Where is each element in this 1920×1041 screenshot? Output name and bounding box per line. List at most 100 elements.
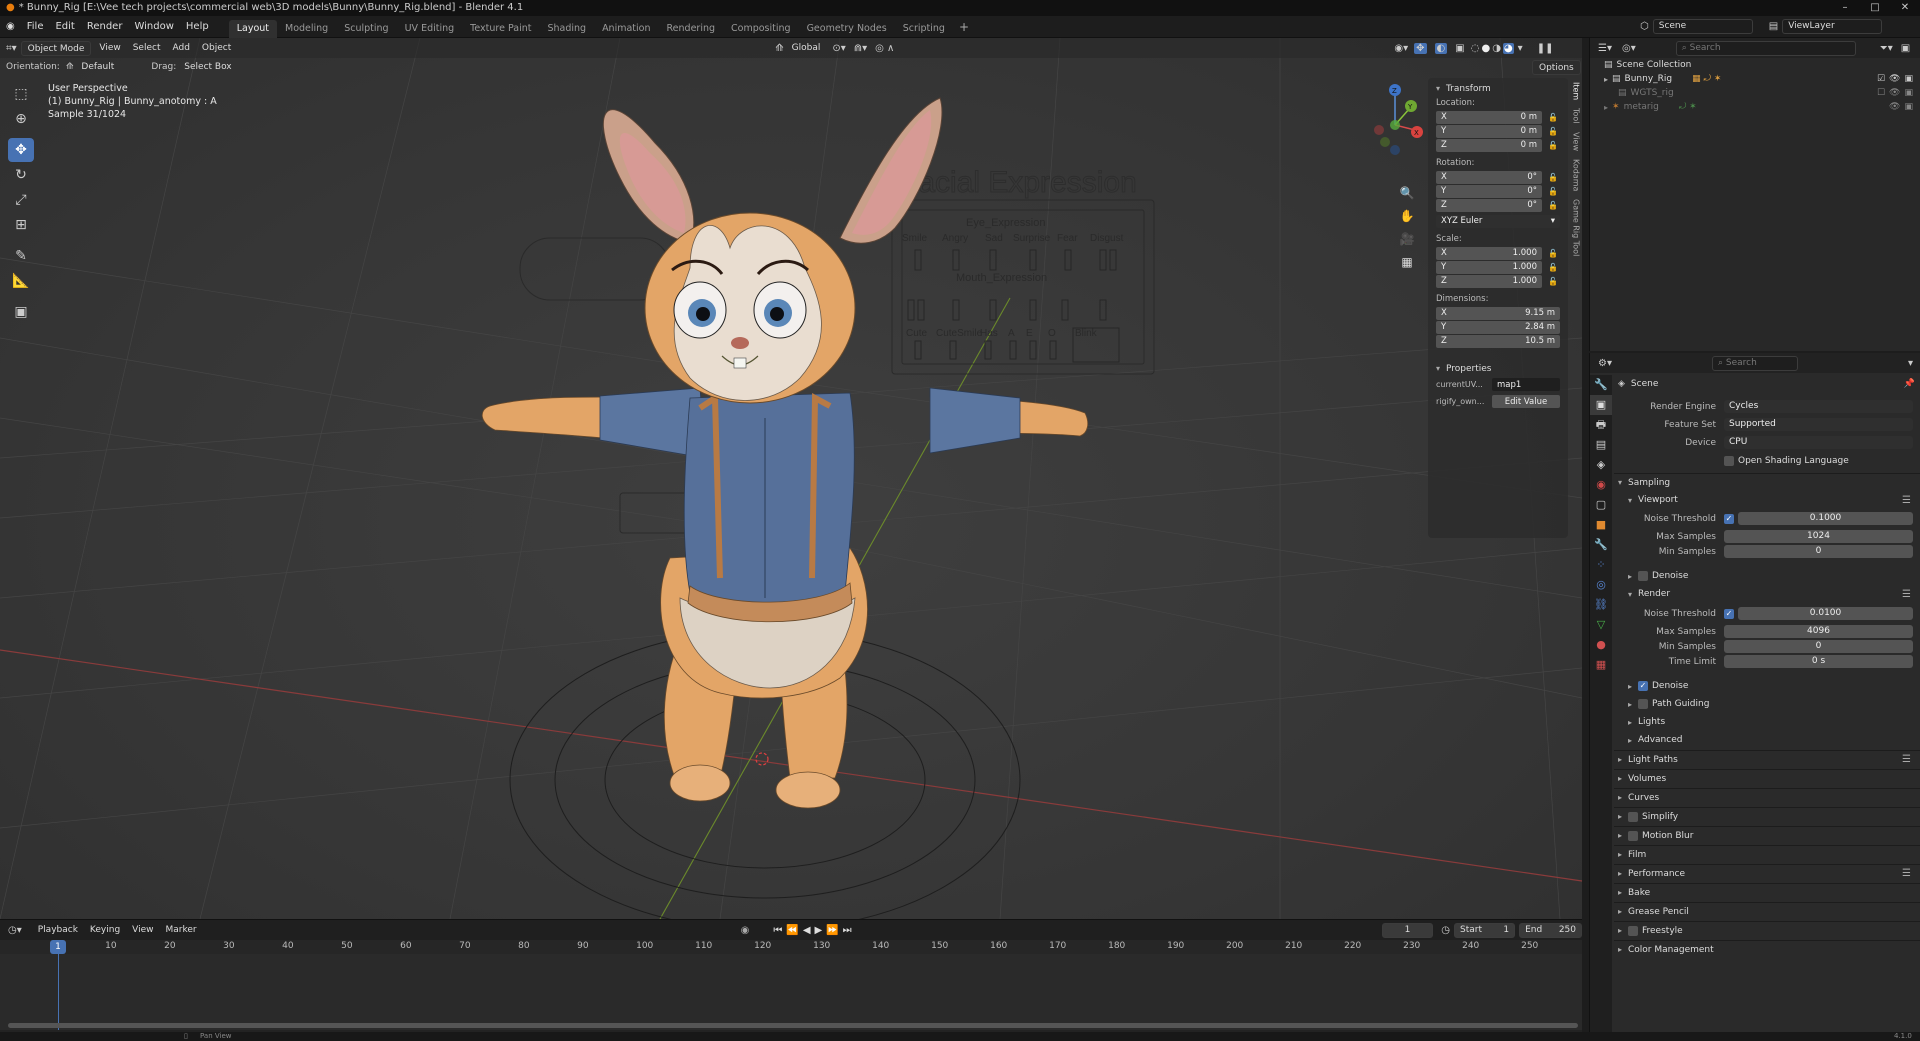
timeline-menu-view[interactable]: View	[128, 925, 157, 935]
render-camera-icon[interactable]: ▣	[1904, 102, 1913, 112]
viewport-menu-select[interactable]: Select	[129, 43, 165, 53]
cursor-tool-icon[interactable]: ⊕	[8, 107, 34, 131]
render-engine-dropdown[interactable]: Cycles	[1724, 400, 1913, 413]
outliner-row-bunny-rig[interactable]: ▸ ▤ Bunny_Rig ▦ ⤾ ✶ ☑ 👁 ▣	[1590, 72, 1920, 86]
rotation-z-field[interactable]: Z 0°	[1436, 198, 1542, 212]
drag-selector[interactable]: Select Box	[180, 62, 235, 72]
render-tab-icon[interactable]: ▣	[1590, 395, 1612, 415]
vp-max-samples-field[interactable]: 1024	[1724, 530, 1913, 543]
tab-layout[interactable]: Layout	[228, 19, 277, 38]
lights-subsection[interactable]: ▸ Lights	[1614, 713, 1920, 731]
close-window-button[interactable]: ✕	[1890, 0, 1920, 16]
bake-section[interactable]: ▸ Bake	[1614, 883, 1920, 901]
new-collection-icon[interactable]: ▣	[1901, 43, 1910, 54]
data-tab-icon[interactable]: ▽	[1590, 615, 1612, 635]
navigation-gizmo[interactable]: Z X Y	[1355, 80, 1435, 160]
vp-min-samples-field[interactable]: 0	[1724, 545, 1913, 558]
tab-texture-paint[interactable]: Texture Paint	[462, 20, 539, 38]
shading-solid-icon[interactable]: ●	[1481, 43, 1490, 54]
collection-tab-icon[interactable]: ▢	[1590, 495, 1612, 515]
jump-start-icon[interactable]: ⏮	[773, 925, 782, 936]
tab-uv-editing[interactable]: UV Editing	[397, 20, 463, 38]
scene-icon[interactable]: ⬡	[1640, 21, 1649, 32]
select-box-tool-icon[interactable]: ⬚	[8, 82, 34, 106]
lock-icon[interactable]: 🔓	[1548, 277, 1560, 286]
path-guiding-subsection[interactable]: ▸ Path Guiding	[1614, 695, 1920, 713]
display-mode-icon[interactable]: ◎▾	[1622, 43, 1636, 54]
physics-tab-icon[interactable]: ◎	[1590, 575, 1612, 595]
grid-view-icon[interactable]: ▦	[1398, 253, 1416, 271]
lock-icon[interactable]: 🔓	[1548, 187, 1560, 196]
r-denoise-checkbox[interactable]: ✓	[1638, 681, 1648, 691]
scale-x-field[interactable]: X 1.000	[1436, 246, 1542, 260]
camera-view-icon[interactable]: 🎥	[1398, 230, 1416, 248]
viewport-menu-view[interactable]: View	[95, 43, 124, 53]
curves-section[interactable]: ▸ Curves	[1614, 788, 1920, 806]
xray-toggle-icon[interactable]: ▣	[1455, 43, 1464, 54]
shading-wireframe-icon[interactable]: ◌	[1471, 43, 1480, 54]
r-min-samples-field[interactable]: 0	[1724, 640, 1913, 653]
minimize-button[interactable]: –	[1830, 0, 1860, 16]
list-icon[interactable]: ☰	[1902, 495, 1911, 506]
r-time-limit-field[interactable]: 0 s	[1724, 655, 1913, 668]
motion-blur-checkbox[interactable]	[1628, 830, 1638, 841]
transform-orientation-selector[interactable]: Global	[788, 43, 825, 53]
particles-tab-icon[interactable]: ⁘	[1590, 555, 1612, 575]
film-section[interactable]: ▸ Film	[1614, 845, 1920, 863]
visibility-eye-icon[interactable]: 👁	[1889, 102, 1900, 112]
performance-section[interactable]: ▸ Performance ☰	[1614, 864, 1920, 882]
outliner-row-scene-collection[interactable]: ▤ Scene Collection	[1590, 58, 1920, 72]
playhead-frame-badge[interactable]: 1	[50, 940, 66, 954]
tab-animation[interactable]: Animation	[594, 20, 658, 38]
color-management-section[interactable]: ▸ Color Management	[1614, 940, 1920, 958]
options-button[interactable]: Options	[1532, 60, 1581, 75]
zoom-icon[interactable]: 🔍	[1398, 184, 1416, 202]
osl-checkbox[interactable]	[1724, 455, 1734, 466]
timeline-track-area[interactable]	[0, 954, 1582, 1030]
r-denoise-subsection[interactable]: ▸ ✓ Denoise	[1614, 677, 1920, 695]
rotation-y-field[interactable]: Y 0°	[1436, 184, 1542, 198]
simplify-checkbox[interactable]	[1628, 811, 1638, 822]
r-noise-field[interactable]: 0.0100	[1738, 607, 1913, 620]
device-dropdown[interactable]: CPU	[1724, 436, 1913, 449]
menu-file[interactable]: File	[21, 16, 50, 38]
scene-selector[interactable]: Scene	[1652, 19, 1753, 34]
shading-options-icon[interactable]: ▾	[1518, 43, 1523, 54]
rotation-x-field[interactable]: X 0°	[1436, 170, 1542, 184]
rotation-mode-selector[interactable]: XYZ Euler ▾	[1436, 214, 1560, 228]
transform-tool-icon[interactable]: ⊞	[8, 213, 34, 237]
timeline-ruler[interactable]: 1 10 20 30 40 50 60 70 80 90 100 110 120 130 140 150 16…	[0, 940, 1582, 954]
3d-viewport[interactable]: Facial Expression Eye_Expression Mouth_E…	[0, 38, 1582, 919]
vp-denoise-subsection[interactable]: ▸ Denoise	[1614, 567, 1920, 585]
mode-selector[interactable]: Object Mode	[20, 40, 92, 56]
render-camera-icon[interactable]: ▣	[1904, 74, 1913, 84]
jump-end-icon[interactable]: ⏭	[843, 925, 852, 936]
custom-prop-uv-field[interactable]: map1	[1492, 378, 1560, 391]
dimensions-y-field[interactable]: Y 2.84 m	[1436, 320, 1560, 334]
render-subsection[interactable]: ▾ Render ☰	[1614, 585, 1920, 603]
properties-editor-icon[interactable]: ⚙▾	[1598, 358, 1612, 369]
tab-shading[interactable]: Shading	[539, 20, 594, 38]
end-frame-field[interactable]: End 250	[1519, 922, 1582, 938]
properties-options-icon[interactable]: ▾	[1908, 358, 1913, 369]
output-tab-icon[interactable]: 🖶	[1590, 415, 1612, 435]
r-max-samples-field[interactable]: 4096	[1724, 625, 1913, 638]
auto-keying-icon[interactable]: ◉	[741, 925, 750, 936]
outliner-row-wgts-rig[interactable]: ▤ WGTS_rig ☐ 👁 ▣	[1590, 86, 1920, 100]
viewport-subsection[interactable]: ▾ Viewport ☰	[1614, 491, 1920, 509]
freestyle-section[interactable]: ▸ Freestyle	[1614, 921, 1920, 939]
r-noise-checkbox[interactable]: ✓	[1724, 608, 1734, 619]
annotate-tool-icon[interactable]: ✎	[8, 244, 34, 268]
move-tool-icon[interactable]: ✥	[8, 138, 34, 162]
visibility-eye-icon[interactable]: 👁	[1889, 88, 1900, 98]
preview-range-icon[interactable]: ◷	[1441, 925, 1450, 936]
path-guiding-checkbox[interactable]	[1638, 699, 1648, 709]
gizmo-toggle-icon[interactable]: ✥	[1414, 42, 1427, 54]
properties-header[interactable]: ▾ Properties	[1428, 358, 1568, 376]
transform-header[interactable]: ▾ Transform	[1428, 78, 1568, 96]
menu-edit[interactable]: Edit	[49, 16, 80, 38]
vp-denoise-checkbox[interactable]	[1638, 571, 1648, 581]
toggle-sidebar-icon[interactable]: ❚❚	[1537, 43, 1554, 54]
menu-render[interactable]: Render	[81, 16, 129, 38]
bunny-character[interactable]	[481, 97, 1089, 809]
